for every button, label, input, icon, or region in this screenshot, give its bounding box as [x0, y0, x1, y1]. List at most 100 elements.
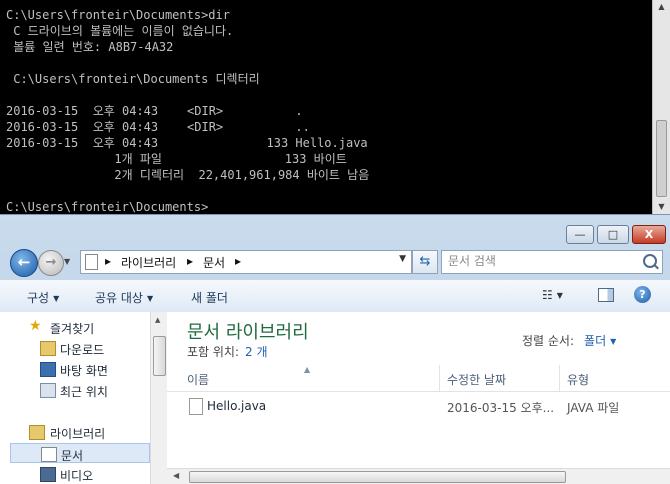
- new-folder-label: 새 폴더: [191, 291, 228, 305]
- address-row: ← → ▼ ▸ 라이브러리 ▸ 문서 ▸ ▼ ⇆: [0, 245, 670, 279]
- breadcrumb-libraries[interactable]: 라이브러리: [121, 254, 176, 271]
- search-input[interactable]: [448, 253, 628, 269]
- scroll-left-arrow-icon[interactable]: ◀: [173, 471, 179, 480]
- back-arrow-icon: ←: [17, 253, 31, 271]
- column-header-name[interactable]: 이름: [187, 371, 209, 388]
- console-line: 2016-03-15 오후 04:43 <DIR> .: [6, 104, 303, 118]
- documents-icon: [41, 447, 57, 462]
- nav-libraries-label: 라이브러리: [50, 427, 106, 441]
- organize-button[interactable]: 구성 ▼: [27, 289, 59, 306]
- help-button[interactable]: ?: [634, 286, 651, 303]
- chevron-down-icon: ▼: [610, 337, 617, 346]
- navigation-pane: ★ 즐겨찾기 다운로드 바탕 화면 최근 위치 라이브러리 문서 비디오: [0, 312, 150, 484]
- arrange-by-value: 폴더: [584, 334, 607, 348]
- file-type: JAVA 파일: [567, 401, 620, 415]
- recent-pages-dropdown-icon[interactable]: ▼: [64, 257, 70, 266]
- title-bar[interactable]: — □ X: [0, 215, 670, 245]
- console-line: 볼륨 일련 번호: A8B7-4A32: [6, 40, 174, 54]
- scroll-up-arrow-icon[interactable]: ▲: [653, 0, 670, 14]
- document-icon: [85, 254, 98, 270]
- column-header-date-modified[interactable]: 수정한 날짜: [447, 371, 506, 388]
- console-line: 2016-03-15 오후 04:43 <DIR> ..: [6, 120, 310, 134]
- search-box[interactable]: [441, 250, 663, 274]
- nav-desktop[interactable]: 바탕 화면: [0, 359, 150, 379]
- console-scrollbar[interactable]: ▲ ▼: [652, 0, 670, 214]
- content-scroll-thumb[interactable]: [189, 471, 566, 483]
- libraries-icon: [29, 425, 45, 440]
- library-title: 문서 라이브러리: [187, 322, 309, 343]
- scroll-down-arrow-icon[interactable]: ▼: [653, 200, 670, 214]
- nav-videos-label: 비디오: [60, 469, 94, 483]
- address-history-dropdown-icon[interactable]: ▼: [399, 254, 406, 264]
- arrange-by: 정렬 순서: 폴더 ▼: [522, 332, 616, 349]
- column-header-type[interactable]: 유형: [567, 371, 589, 388]
- console-scroll-thumb[interactable]: [656, 120, 667, 197]
- nav-libraries[interactable]: 라이브러리: [0, 422, 150, 442]
- file-row[interactable]: Hello.java 2016-03-15 오후... JAVA 파일: [167, 396, 670, 418]
- nav-recent-places[interactable]: 최근 위치: [0, 380, 150, 400]
- nav-desktop-label: 바탕 화면: [60, 364, 108, 378]
- breadcrumb-documents[interactable]: 문서: [203, 254, 225, 271]
- search-icon[interactable]: [643, 254, 657, 268]
- nav-downloads-label: 다운로드: [60, 343, 105, 357]
- videos-icon: [40, 467, 56, 482]
- arrange-by-dropdown[interactable]: 폴더 ▼: [584, 334, 616, 348]
- chevron-down-icon: ▼: [53, 294, 60, 303]
- console-line: 2016-03-15 오후 04:43 133 Hello.java: [6, 136, 368, 150]
- maximize-button[interactable]: □: [597, 225, 629, 244]
- details-view-icon: ☷: [542, 288, 553, 302]
- address-bar[interactable]: ▸ 라이브러리 ▸ 문서 ▸ ▼: [80, 250, 412, 274]
- nav-documents[interactable]: 문서: [10, 443, 150, 463]
- nav-favorites-label: 즐겨찾기: [50, 322, 95, 336]
- nav-documents-label: 문서: [61, 449, 84, 463]
- console-line: 1개 파일 133 바이트: [6, 152, 347, 166]
- new-folder-button[interactable]: 새 폴더: [191, 289, 228, 306]
- java-file-icon: [189, 398, 203, 415]
- change-view-button[interactable]: ☷ ▼: [542, 288, 563, 302]
- arrange-by-label: 정렬 순서:: [522, 334, 575, 348]
- includes-locations-link[interactable]: 2 개: [245, 345, 268, 359]
- close-icon: X: [644, 228, 654, 241]
- column-divider[interactable]: [559, 365, 560, 391]
- breadcrumb-separator[interactable]: ▸: [187, 254, 193, 268]
- navigation-scrollbar[interactable]: ▲: [150, 312, 167, 484]
- share-with-button[interactable]: 공유 대상 ▼: [95, 289, 153, 306]
- minimize-button[interactable]: —: [566, 225, 594, 244]
- file-name: Hello.java: [207, 399, 267, 413]
- organize-label: 구성: [27, 291, 50, 305]
- recent-places-icon: [40, 383, 56, 398]
- library-includes: 포함 위치: 2 개: [187, 343, 268, 360]
- console-line: C:\Users\fronteir\Documents>dir: [6, 8, 230, 22]
- console-line: 2개 디렉터리 22,401,961,984 바이트 남음: [6, 168, 370, 182]
- column-divider[interactable]: [439, 365, 440, 391]
- refresh-icon: ⇆: [419, 254, 431, 269]
- refresh-button[interactable]: ⇆: [412, 250, 438, 274]
- content-pane: 문서 라이브러리 포함 위치: 2 개 정렬 순서: 폴더 ▼ ▲ 이름 수정한 날짜…: [167, 312, 670, 484]
- star-icon: ★: [29, 318, 42, 334]
- console-line: C:\Users\fronteir\Documents 디렉터리: [6, 72, 260, 86]
- console-prompt-line: C:\Users\fronteir\Documents>: [6, 200, 209, 214]
- navigation-scroll-thumb[interactable]: [153, 336, 166, 376]
- nav-downloads[interactable]: 다운로드: [0, 338, 150, 358]
- explorer-window: — □ X ← → ▼ ▸ 라이브러리 ▸ 문서 ▸ ▼ ⇆ 구성▼ 공유 대상…: [0, 214, 670, 484]
- preview-pane-button[interactable]: [598, 288, 614, 302]
- nav-recent-places-label: 최근 위치: [60, 385, 108, 399]
- forward-arrow-icon: →: [45, 255, 57, 270]
- file-date-modified: 2016-03-15 오후...: [447, 401, 555, 415]
- nav-videos[interactable]: 비디오: [0, 464, 150, 484]
- breadcrumb-separator[interactable]: ▸: [105, 254, 111, 268]
- breadcrumb-separator[interactable]: ▸: [235, 254, 241, 268]
- back-button[interactable]: ←: [10, 249, 38, 277]
- sort-ascending-icon: ▲: [304, 365, 311, 374]
- content-horizontal-scrollbar[interactable]: ◀: [167, 468, 670, 484]
- downloads-folder-icon: [40, 341, 56, 356]
- nav-favorites[interactable]: ★ 즐겨찾기: [0, 317, 150, 337]
- scroll-up-arrow-icon[interactable]: ▲: [155, 316, 160, 324]
- command-prompt-window[interactable]: C:\Users\fronteir\Documents>dir C 드라이브의 …: [0, 0, 670, 214]
- console-line: C 드라이브의 볼륨에는 이름이 없습니다.: [6, 24, 234, 38]
- forward-button[interactable]: →: [38, 250, 64, 276]
- chevron-down-icon: ▼: [556, 291, 563, 300]
- minimize-icon: —: [574, 228, 586, 241]
- close-button[interactable]: X: [632, 225, 666, 244]
- maximize-icon: □: [607, 228, 619, 241]
